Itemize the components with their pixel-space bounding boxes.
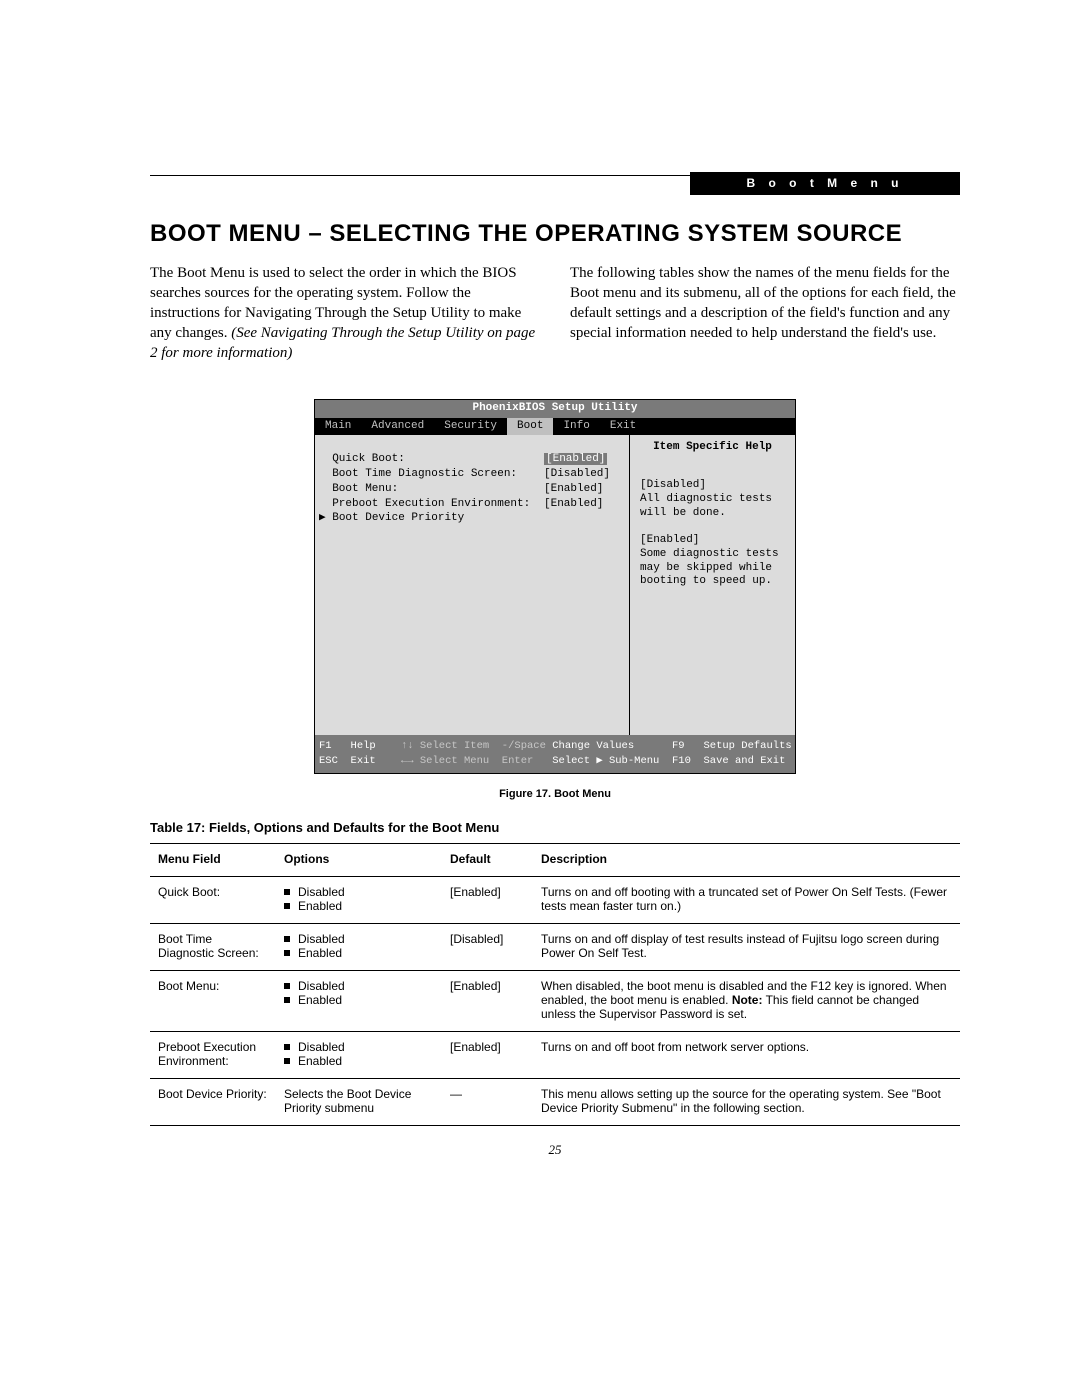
option-item: Disabled	[284, 885, 434, 899]
bios-row-label: Preboot Execution Environment:	[319, 498, 544, 512]
figure-caption: Figure 17. Boot Menu	[150, 788, 960, 800]
bios-row[interactable]: Preboot Execution Environment:[Enabled]	[319, 498, 629, 512]
bios-row-value: [Disabled]	[544, 468, 629, 482]
bios-left-pane: Quick Boot:[Enabled] Boot Time Diagnosti…	[315, 435, 630, 735]
bios-tab-main[interactable]: Main	[315, 418, 361, 436]
bios-row-label: ▶ Boot Device Priority	[319, 512, 544, 526]
th-menu-field: Menu Field	[150, 843, 276, 876]
bios-row-value	[544, 512, 629, 526]
th-options: Options	[276, 843, 442, 876]
bios-footer: F1 Help ↑↓ Select Item -/Space Change Va…	[315, 735, 795, 772]
bios-tab-security[interactable]: Security	[434, 418, 507, 436]
cell-description: Turns on and off display of test results…	[533, 923, 960, 970]
bios-tab-advanced[interactable]: Advanced	[361, 418, 434, 436]
bios-row[interactable]: Quick Boot:[Enabled]	[319, 453, 629, 467]
bios-row-label: Boot Time Diagnostic Screen:	[319, 468, 544, 482]
options-table: Menu Field Options Default Description Q…	[150, 843, 960, 1126]
cell-description: Turns on and off boot from network serve…	[533, 1031, 960, 1078]
option-item: Disabled	[284, 1040, 434, 1054]
table-row: Preboot Execution Environment:DisabledEn…	[150, 1031, 960, 1078]
bios-panel: PhoenixBIOS Setup Utility MainAdvancedSe…	[314, 399, 796, 774]
cell-description: When disabled, the boot menu is disabled…	[533, 970, 960, 1031]
bios-tab-info[interactable]: Info	[553, 418, 599, 436]
cell-field: Quick Boot:	[150, 876, 276, 923]
bios-row-value: [Enabled]	[544, 453, 629, 467]
bios-tab-exit[interactable]: Exit	[600, 418, 646, 436]
cell-options: DisabledEnabled	[276, 1031, 442, 1078]
cell-description: Turns on and off booting with a truncate…	[533, 876, 960, 923]
bios-row-value: [Enabled]	[544, 483, 629, 497]
option-item: Enabled	[284, 899, 434, 913]
page-title: BOOT MENU – SELECTING THE OPERATING SYST…	[150, 220, 960, 248]
footer-txt-selectitem: Select Item	[420, 739, 502, 754]
footer-txt-changevalues: Change Values	[552, 739, 672, 754]
cell-default: [Enabled]	[442, 876, 533, 923]
intro-left: The Boot Menu is used to select the orde…	[150, 264, 540, 364]
bios-row-label: Quick Boot:	[319, 453, 544, 467]
bios-row[interactable]: Boot Menu:[Enabled]	[319, 483, 629, 497]
cell-options: DisabledEnabled	[276, 923, 442, 970]
option-item: Enabled	[284, 1054, 434, 1068]
bios-help-text: [Disabled] All diagnostic tests will be …	[640, 479, 785, 589]
cell-field: Boot Time Diagnostic Screen:	[150, 923, 276, 970]
table-row: Quick Boot:DisabledEnabled[Enabled]Turns…	[150, 876, 960, 923]
page-number: 25	[150, 1142, 960, 1158]
intro-columns: The Boot Menu is used to select the orde…	[150, 264, 960, 364]
option-item: Disabled	[284, 932, 434, 946]
bios-row[interactable]: ▶ Boot Device Priority	[319, 512, 629, 526]
table-title: Table 17: Fields, Options and Defaults f…	[150, 820, 960, 835]
footer-txt-exit: Exit	[351, 754, 401, 769]
table-row: Boot Time Diagnostic Screen:DisabledEnab…	[150, 923, 960, 970]
footer-key-updown: ↑↓	[401, 739, 420, 754]
option-item: Disabled	[284, 979, 434, 993]
footer-key-f1: F1	[319, 739, 351, 754]
bios-row-value: [Enabled]	[544, 498, 629, 512]
cell-description: This menu allows setting up the source f…	[533, 1078, 960, 1125]
bios-row[interactable]: Boot Time Diagnostic Screen:[Disabled]	[319, 468, 629, 482]
footer-txt-selectmenu: Select Menu	[420, 754, 502, 769]
th-description: Description	[533, 843, 960, 876]
bios-row-label: Boot Menu:	[319, 483, 544, 497]
table-row: Boot Device Priority:Selects the Boot De…	[150, 1078, 960, 1125]
footer-key-esc: ESC	[319, 754, 351, 769]
bios-tab-boot[interactable]: Boot	[507, 418, 553, 436]
cell-default: [Enabled]	[442, 1031, 533, 1078]
cell-field: Preboot Execution Environment:	[150, 1031, 276, 1078]
th-default: Default	[442, 843, 533, 876]
footer-key-space: -/Space	[502, 739, 552, 754]
cell-options: DisabledEnabled	[276, 970, 442, 1031]
bios-help-pane: Item Specific Help [Disabled] All diagno…	[630, 435, 795, 735]
cell-default: [Disabled]	[442, 923, 533, 970]
footer-key-f10: F10	[672, 754, 704, 769]
footer-key-leftright: ←→	[401, 754, 420, 769]
bios-help-title: Item Specific Help	[640, 441, 785, 455]
footer-txt-defaults: Setup Defaults	[703, 739, 791, 754]
footer-key-enter: Enter	[502, 754, 552, 769]
bios-title: PhoenixBIOS Setup Utility	[315, 400, 795, 418]
cell-field: Boot Device Priority:	[150, 1078, 276, 1125]
footer-key-f9: F9	[672, 739, 704, 754]
option-item: Enabled	[284, 946, 434, 960]
bios-tabs: MainAdvancedSecurityBootInfoExit	[315, 418, 795, 436]
option-item: Enabled	[284, 993, 434, 1007]
cell-options: DisabledEnabled	[276, 876, 442, 923]
cell-default: —	[442, 1078, 533, 1125]
footer-txt-help: Help	[351, 739, 401, 754]
cell-options: Selects the Boot Device Priority submenu	[276, 1078, 442, 1125]
intro-right: The following tables show the names of t…	[570, 264, 960, 364]
footer-txt-save: Save and Exit	[703, 754, 785, 769]
table-row: Boot Menu:DisabledEnabled[Enabled]When d…	[150, 970, 960, 1031]
cell-default: [Enabled]	[442, 970, 533, 1031]
cell-field: Boot Menu:	[150, 970, 276, 1031]
footer-txt-submenu: Select ▶ Sub-Menu	[552, 754, 672, 769]
header-chip: B o o t M e n u	[690, 172, 960, 195]
